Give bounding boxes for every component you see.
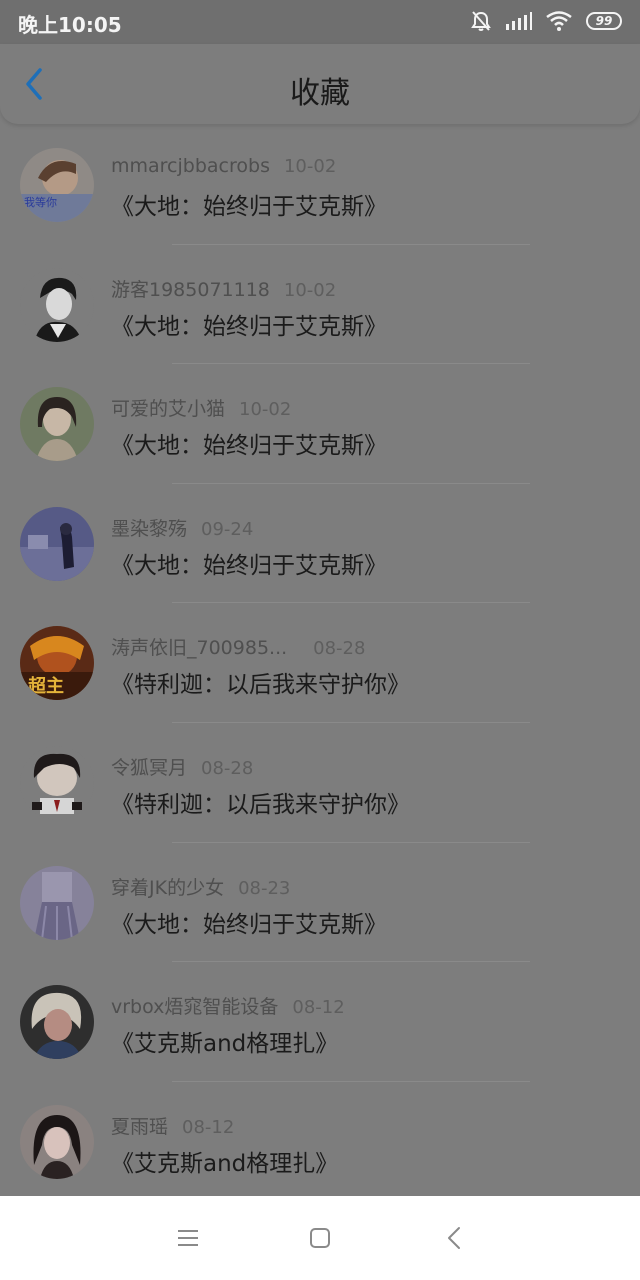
post-title[interactable]: 《大地：始终归于艾克斯》 — [111, 546, 387, 580]
post-date: 09-24 — [201, 518, 254, 540]
post-date: 08-23 — [238, 877, 291, 899]
list-item[interactable]: 游客1985071118 10-02 《大地：始终归于艾克斯》 — [0, 245, 640, 365]
home-square-icon — [309, 1227, 331, 1253]
list-item[interactable]: 我等你 mmarcjbbacrobs 10-02 《大地：始终归于艾克斯》 — [0, 125, 640, 245]
list-item[interactable]: vrbox焐窕智能设备 08-12 《艾克斯and格理扎》 — [0, 962, 640, 1082]
avatar[interactable]: 超主 — [20, 626, 94, 701]
user-line: 令狐冥月 08-28 — [111, 753, 253, 780]
status-icons: 99 — [470, 10, 622, 32]
header: 收藏 — [0, 44, 640, 124]
avatar-caption: 我等你 — [24, 195, 57, 209]
user-name[interactable]: 游客1985071118 — [111, 279, 270, 301]
list-item[interactable]: 令狐冥月 08-28 《特利迦：以后我来守护你》 — [0, 723, 640, 843]
user-line: 可爱的艾小猫 10-02 — [111, 394, 291, 421]
post-date: 08-28 — [313, 638, 366, 660]
avatar[interactable] — [20, 745, 94, 820]
battery-icon: 99 — [586, 12, 622, 30]
post-date: 08-28 — [201, 757, 254, 779]
user-name[interactable]: 夏雨瑶 — [111, 1116, 168, 1138]
post-title[interactable]: 《大地：始终归于艾克斯》 — [111, 426, 387, 460]
post-title[interactable]: 《大地：始终归于艾克斯》 — [111, 307, 387, 341]
menu-button[interactable] — [168, 1220, 208, 1260]
user-name[interactable]: 涛声依旧_700985... — [111, 637, 287, 659]
app-screen: 晚上10:05 99 收藏 我等你 mmarcjbbacrobs 10-02 《… — [0, 0, 640, 1196]
user-line: 游客1985071118 10-02 — [111, 275, 336, 302]
mute-bell-icon — [470, 10, 492, 32]
user-line: vrbox焐窕智能设备 08-12 — [111, 992, 345, 1019]
page-title: 收藏 — [290, 76, 350, 111]
list-item[interactable]: 可爱的艾小猫 10-02 《大地：始终归于艾克斯》 — [0, 364, 640, 484]
signal-icon — [506, 12, 532, 30]
post-title[interactable]: 《艾克斯and格理扎》 — [111, 1024, 338, 1058]
post-date: 10-02 — [239, 399, 292, 421]
post-title[interactable]: 《大地：始终归于艾克斯》 — [111, 187, 387, 221]
avatar[interactable]: 我等你 — [20, 148, 94, 222]
avatar[interactable] — [20, 865, 94, 940]
post-title[interactable]: 《大地：始终归于艾克斯》 — [111, 905, 387, 939]
avatar[interactable] — [20, 985, 94, 1060]
post-date: 10-02 — [283, 279, 337, 301]
favorites-list: 我等你 mmarcjbbacrobs 10-02 《大地：始终归于艾克斯》 游客… — [0, 125, 640, 1196]
user-line: 夏雨瑶 08-12 — [111, 1112, 234, 1139]
user-name[interactable]: 可爱的艾小猫 — [111, 398, 225, 420]
post-date: 08-12 — [292, 997, 345, 1019]
user-name[interactable]: 墨染黎殇 — [111, 518, 187, 540]
avatar[interactable] — [20, 267, 94, 342]
list-item[interactable]: 穿着JK的少女 08-23 《大地：始终归于艾克斯》 — [0, 843, 640, 963]
post-title[interactable]: 《特利迦：以后我来守护你》 — [111, 665, 410, 699]
user-name[interactable]: mmarcjbbacrobs — [111, 155, 270, 177]
user-line: 墨染黎殇 09-24 — [111, 514, 253, 541]
menu-icon — [177, 1228, 199, 1252]
user-name[interactable]: vrbox焐窕智能设备 — [111, 996, 278, 1018]
user-name[interactable]: 令狐冥月 — [111, 757, 187, 779]
post-title[interactable]: 《特利迦：以后我来守护你》 — [111, 785, 410, 819]
list-item[interactable]: 墨染黎殇 09-24 《大地：始终归于艾克斯》 — [0, 484, 640, 604]
user-line: mmarcjbbacrobs 10-02 — [111, 155, 336, 177]
post-date: 10-02 — [283, 156, 337, 177]
post-date: 08-12 — [182, 1116, 235, 1138]
status-bar: 晚上10:05 99 — [0, 0, 640, 44]
avatar[interactable] — [20, 1104, 94, 1179]
list-item[interactable]: 夏雨瑶 08-12 《艾克斯and格理扎》 — [0, 1082, 640, 1196]
list-item[interactable]: 超主 涛声依旧_700985... 08-28 《特利迦：以后我来守护你》 — [0, 603, 640, 723]
back-triangle-icon — [447, 1226, 461, 1254]
avatar-caption: 超主 — [28, 675, 64, 697]
home-button[interactable] — [300, 1220, 340, 1260]
status-time: 晚上10:05 — [18, 13, 122, 37]
post-title[interactable]: 《艾克斯and格理扎》 — [111, 1144, 338, 1178]
avatar[interactable] — [20, 506, 94, 581]
avatar[interactable] — [20, 387, 94, 462]
system-nav-bar — [0, 1196, 640, 1280]
system-back-button[interactable] — [434, 1220, 474, 1260]
user-line: 穿着JK的少女 08-23 — [111, 873, 290, 900]
wifi-icon — [546, 11, 572, 31]
user-name[interactable]: 穿着JK的少女 — [111, 877, 224, 899]
user-line: 涛声依旧_700985... 08-28 — [111, 633, 365, 660]
